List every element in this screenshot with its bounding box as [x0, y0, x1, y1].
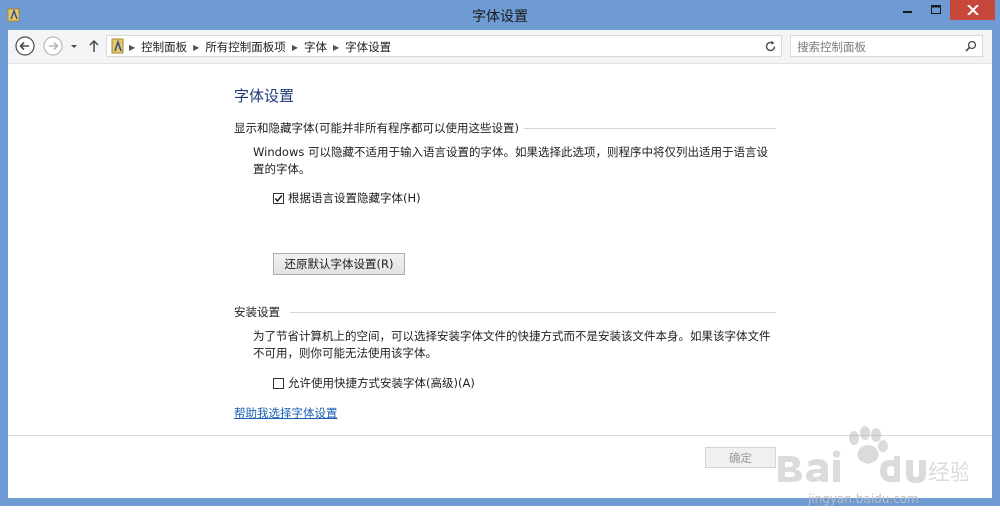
search-box[interactable]: 搜索控制面板 [790, 35, 983, 57]
section-heading-show-hide: 显示和隐藏字体(可能并非所有程序都可以使用这些设置) [234, 121, 519, 135]
breadcrumb-arrow-icon[interactable]: ▶ [292, 43, 298, 52]
navigation-bar: ▶ 控制面板 ▶ 所有控制面板项 ▶ 字体 ▶ 字体设置 搜索控制面板 [8, 30, 992, 64]
page-title: 字体设置 [234, 87, 295, 105]
search-icon[interactable] [965, 40, 977, 52]
shortcut-install-checkbox-row[interactable]: 允许使用快捷方式安装字体(高级)(A) [273, 375, 475, 391]
section-description: 为了节省计算机上的空间，可以选择安装字体文件的快捷方式而不是安装该文件本身。如果… [253, 328, 778, 362]
back-button[interactable] [14, 35, 36, 57]
hide-fonts-checkbox[interactable] [273, 192, 284, 204]
restore-defaults-button[interactable]: 还原默认字体设置(R) [273, 253, 405, 275]
minimize-button[interactable] [893, 0, 923, 20]
breadcrumb-item-control-panel[interactable]: 控制面板 [141, 39, 187, 55]
maximize-button[interactable] [923, 0, 950, 20]
hide-fonts-label[interactable]: 根据语言设置隐藏字体(H) [288, 190, 421, 206]
breadcrumb-item-fonts[interactable]: 字体 [304, 39, 327, 55]
close-button[interactable] [950, 0, 995, 20]
window-frame: 字体设置 ▶ 控制面板 ▶ 所有控制面板项 ▶ 字体 ▶ 字体设置 搜索控制面板… [0, 0, 1000, 506]
breadcrumb-item-font-settings[interactable]: 字体设置 [345, 39, 391, 55]
title-bar[interactable]: 字体设置 [0, 0, 1000, 30]
breadcrumb-arrow-icon[interactable]: ▶ [333, 43, 339, 52]
shortcut-install-label[interactable]: 允许使用快捷方式安装字体(高级)(A) [288, 375, 475, 391]
breadcrumb-arrow-icon[interactable]: ▶ [193, 43, 199, 52]
watermark-url: jingyan.baidu.com [808, 492, 919, 506]
hide-fonts-checkbox-row[interactable]: 根据语言设置隐藏字体(H) [273, 190, 421, 206]
forward-button[interactable] [42, 35, 64, 57]
section-divider [524, 128, 776, 129]
up-button[interactable] [86, 35, 102, 57]
ok-button[interactable]: 确定 [705, 447, 776, 468]
refresh-button[interactable] [760, 35, 782, 57]
baidu-watermark: 经验 jingyan.baidu.com [768, 422, 972, 517]
minimize-icon [903, 11, 912, 13]
description-line: Windows 可以隐藏不适用于输入语言设置的字体。如果选择此选项，则程序中将仅… [253, 145, 768, 159]
client-area: ▶ 控制面板 ▶ 所有控制面板项 ▶ 字体 ▶ 字体设置 搜索控制面板 字体设置… [8, 30, 992, 506]
description-line: 为了节省计算机上的空间，可以选择安装字体文件的快捷方式而不是安装该文件本身。如果… [253, 329, 771, 343]
svg-text:经验: 经验 [928, 461, 968, 486]
breadcrumb-arrow-icon[interactable]: ▶ [129, 43, 135, 52]
close-icon [966, 5, 979, 15]
shortcut-install-checkbox[interactable] [273, 377, 284, 389]
chevron-down-icon [71, 45, 77, 48]
section-divider [290, 312, 776, 313]
up-arrow-icon [89, 39, 99, 52]
maximize-icon [931, 5, 941, 14]
forward-arrow-icon [43, 36, 63, 56]
section-heading-install: 安装设置 [234, 305, 280, 319]
baidu-logo-icon: 经验 [778, 426, 972, 486]
address-bar[interactable]: ▶ 控制面板 ▶ 所有控制面板项 ▶ 字体 ▶ 字体设置 [106, 35, 782, 57]
description-line: 置的字体。 [253, 162, 311, 176]
help-link[interactable]: 帮助我选择字体设置 [234, 405, 338, 421]
breadcrumb: ▶ 控制面板 ▶ 所有控制面板项 ▶ 字体 ▶ 字体设置 [129, 39, 391, 55]
description-line: 不可用，则你可能无法使用该字体。 [253, 346, 437, 360]
back-arrow-icon [15, 36, 35, 56]
window-title: 字体设置 [472, 9, 528, 25]
breadcrumb-item-all-items[interactable]: 所有控制面板项 [205, 39, 286, 55]
refresh-icon [765, 40, 776, 52]
checkmark-icon [274, 194, 283, 202]
section-description: Windows 可以隐藏不适用于输入语言设置的字体。如果选择此选项，则程序中将仅… [253, 144, 778, 178]
fonts-folder-icon [111, 38, 124, 54]
search-placeholder: 搜索控制面板 [797, 40, 866, 54]
recent-locations-button[interactable] [68, 35, 80, 57]
